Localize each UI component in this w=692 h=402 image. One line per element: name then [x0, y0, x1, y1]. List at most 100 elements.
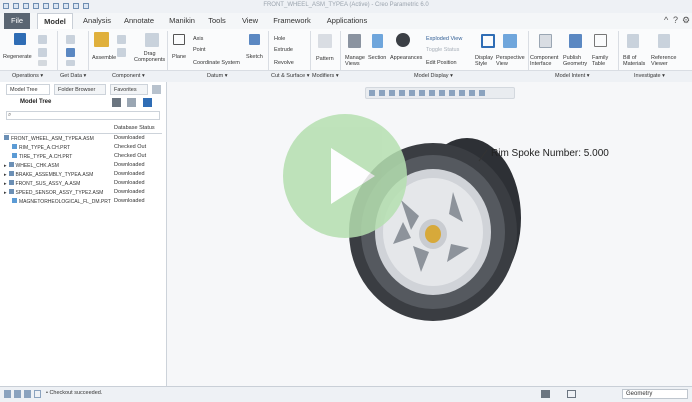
hole-button[interactable]: Hole: [274, 36, 285, 42]
group-datum[interactable]: Datum ▾: [207, 73, 228, 79]
tree-row[interactable]: ▸ SPEED_SENSOR_ASSY_TYPE2.ASM: [4, 189, 103, 196]
tab-framework[interactable]: Framework: [270, 13, 314, 29]
selection-filter-value: Geometry: [626, 391, 653, 397]
tree-row[interactable]: ▸ WHEEL_CHK.ASM: [4, 162, 59, 169]
tab-applications[interactable]: Applications: [322, 13, 372, 29]
group-get-data[interactable]: Get Data ▾: [60, 73, 86, 79]
revolve-button[interactable]: Revolve: [274, 60, 294, 66]
point-button[interactable]: Point: [193, 47, 206, 53]
group-component[interactable]: Component ▾: [112, 73, 145, 79]
tab-analysis[interactable]: Analysis: [78, 13, 116, 29]
select-box-icon[interactable]: [567, 390, 576, 398]
appearances-label: Appearances: [390, 55, 423, 61]
tree-row[interactable]: TIRE_TYPE_A.CH.PRT: [12, 153, 72, 160]
tree-row-status: Downloaded: [114, 189, 145, 195]
tree-row[interactable]: MAGNETORHEOLOGICAL_FL_DM.PRT: [12, 198, 111, 205]
edit-position-button[interactable]: Edit Position: [426, 60, 457, 66]
pin-icon[interactable]: [152, 85, 161, 94]
find-icon[interactable]: [541, 390, 550, 398]
tab-favorites[interactable]: Favorites: [110, 84, 148, 95]
repeat-icon[interactable]: [117, 48, 126, 57]
tab-manikin[interactable]: Manikin: [165, 13, 199, 29]
help-icon[interactable]: ?: [673, 15, 678, 25]
paste-icon[interactable]: [38, 48, 47, 57]
assemble-icon[interactable]: [94, 32, 109, 47]
expand-icon[interactable]: ▸: [4, 190, 7, 196]
extrude-button[interactable]: Extrude: [274, 47, 293, 53]
expand-icon[interactable]: ▸: [4, 163, 7, 169]
tab-folder-browser[interactable]: Folder Browser: [54, 84, 106, 95]
rim-spoke-annotation[interactable]: Rim Spoke Number: 5.000: [491, 148, 609, 159]
section-icon[interactable]: [372, 34, 383, 48]
copy-geometry-icon[interactable]: [66, 48, 75, 57]
full-screen-icon[interactable]: [24, 390, 31, 398]
drag-components-label: Drag Components: [134, 51, 166, 63]
regenerate-icon[interactable]: [14, 33, 26, 45]
selection-filter-dropdown[interactable]: Geometry: [622, 389, 688, 399]
tree-item-label: RIM_TYPE_A.CH.PRT: [19, 145, 71, 151]
group-cut-surface[interactable]: Cut & Surface ▾: [271, 73, 310, 79]
axis-button[interactable]: Axis: [193, 36, 203, 42]
pattern-icon[interactable]: [318, 34, 332, 48]
sketch-icon[interactable]: [249, 34, 260, 45]
group-investigate[interactable]: Investigate ▾: [634, 73, 665, 79]
graphics-viewport[interactable]: Rim Spoke Number: 5.000: [167, 82, 692, 386]
delete-icon[interactable]: [38, 60, 47, 66]
toggle-status-button[interactable]: Toggle Status: [426, 47, 459, 53]
tree-filters-icon[interactable]: [112, 98, 121, 107]
exploded-view-button[interactable]: Exploded View: [426, 36, 462, 42]
copy-icon[interactable]: [38, 35, 47, 44]
perspective-view-icon[interactable]: [503, 34, 517, 48]
tab-file[interactable]: File: [4, 13, 30, 29]
group-operations[interactable]: Operations ▾: [12, 73, 43, 79]
assembly-icon: [8, 171, 14, 176]
assembly-icon: [8, 189, 14, 194]
browser-toggle-icon[interactable]: [14, 390, 21, 398]
reference-viewer-icon[interactable]: [658, 34, 670, 48]
tree-row-root[interactable]: FRONT_WHEEL_ASM_TYPEA.ASM: [4, 135, 94, 142]
create-component-icon[interactable]: [117, 35, 126, 44]
bill-of-materials-icon[interactable]: [627, 34, 639, 48]
show-icon[interactable]: [127, 98, 136, 107]
tab-annotate[interactable]: Annotate: [120, 13, 158, 29]
tab-tools[interactable]: Tools: [204, 13, 230, 29]
display-style-icon[interactable]: [481, 34, 495, 48]
tab-model-tree[interactable]: Model Tree: [6, 84, 50, 95]
navigator-toggle-icon[interactable]: [4, 390, 11, 398]
group-model-display[interactable]: Model Display ▾: [414, 73, 453, 79]
expand-icon[interactable]: ▸: [4, 172, 7, 178]
shrinkwrap-icon[interactable]: [66, 60, 75, 66]
plane-icon[interactable]: [173, 34, 185, 45]
appearances-icon[interactable]: [396, 33, 410, 47]
publish-geometry-icon[interactable]: [569, 34, 582, 48]
column-header-database-status[interactable]: Database Status: [114, 125, 155, 131]
settings-icon[interactable]: ⚙: [682, 15, 690, 26]
tree-row[interactable]: RIM_TYPE_A.CH.PRT: [12, 144, 70, 151]
group-modifiers[interactable]: Modifiers ▾: [312, 73, 339, 79]
drag-components-icon[interactable]: [145, 33, 159, 47]
pattern-label: Pattern: [316, 56, 334, 62]
expand-icon[interactable]: ▸: [4, 181, 7, 187]
tree-row-status: Downloaded: [114, 162, 145, 168]
family-table-icon[interactable]: [594, 34, 607, 47]
settings-icon[interactable]: [143, 98, 152, 107]
message-log-icon[interactable]: [34, 390, 41, 398]
group-model-intent[interactable]: Model Intent ▾: [555, 73, 590, 79]
window-title: FRONT_WHEEL_ASM_TYPEA (Active) - Creo Pa…: [263, 2, 429, 8]
play-button[interactable]: [283, 114, 407, 238]
regenerate-label: Regenerate: [3, 54, 32, 60]
wheel-model[interactable]: Rim Spoke Number: 5.000: [167, 82, 692, 386]
part-icon: [12, 153, 17, 158]
coordinate-system-button[interactable]: Coordinate System: [193, 60, 240, 66]
tree-row-status: Downloaded: [114, 198, 145, 204]
minimize-ribbon-icon[interactable]: ^: [664, 15, 668, 25]
tab-model[interactable]: Model: [37, 13, 73, 29]
manage-views-icon[interactable]: [348, 34, 361, 48]
user-defined-feature-icon[interactable]: [66, 35, 75, 44]
tree-row[interactable]: ▸ BRAKE_ASSEMBLY_TYPEA.ASM: [4, 171, 93, 178]
component-interface-icon[interactable]: [539, 34, 552, 48]
tab-view[interactable]: View: [238, 13, 262, 29]
tree-search-input[interactable]: [6, 111, 160, 120]
status-bar: • Checkout succeeded. Geometry: [0, 386, 692, 402]
tree-row[interactable]: ▸ FRONT_SUS_ASSY_A.ASM: [4, 180, 80, 187]
